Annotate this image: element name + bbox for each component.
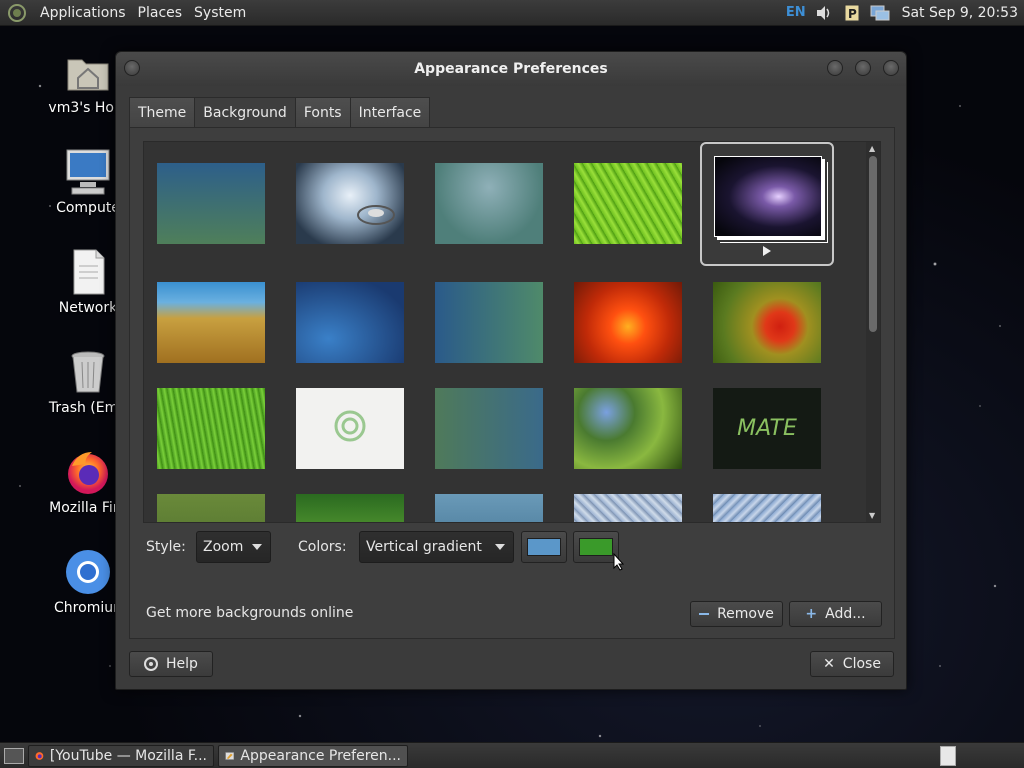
firefox-icon <box>64 448 112 496</box>
computer-icon <box>64 148 112 196</box>
minimize-icon[interactable] <box>827 60 843 76</box>
chromium-icon <box>64 548 112 596</box>
wallpaper-thumb[interactable] <box>296 163 404 244</box>
background-tab-pane: MATE ▲ ▼ Style: Zoom Colors: Vertical gr… <box>129 127 895 639</box>
show-desktop-icon[interactable] <box>4 747 24 764</box>
appearance-icon <box>225 751 235 760</box>
home-folder-icon <box>64 48 112 96</box>
chevron-down-icon <box>495 544 505 550</box>
wallpaper-thumb[interactable] <box>296 388 404 469</box>
wallpaper-thumb[interactable] <box>435 388 543 469</box>
taskbar-item-label: Appearance Preferen... <box>240 747 401 764</box>
parcellite-icon[interactable]: P <box>842 4 862 22</box>
bottom-panel: [YouTube — Mozilla F... Appearance Prefe… <box>0 742 1024 768</box>
maximize-icon[interactable] <box>855 60 871 76</box>
wallpaper-thumb[interactable] <box>435 163 543 244</box>
taskbar-item-appearance[interactable]: Appearance Preferen... <box>218 744 408 767</box>
help-button[interactable]: Help <box>129 651 213 677</box>
tab-theme[interactable]: Theme <box>129 97 196 128</box>
primary-color-button[interactable] <box>521 531 567 563</box>
menu-places[interactable]: Places <box>132 5 189 21</box>
mouse-cursor-icon <box>613 553 625 571</box>
slideshow-preview <box>714 156 822 237</box>
workspace-switcher[interactable] <box>940 745 956 766</box>
add-button-label: Add... <box>825 606 866 622</box>
scroll-up-icon[interactable]: ▲ <box>869 144 875 153</box>
style-combobox-value: Zoom <box>203 539 244 555</box>
wallpaper-thumb[interactable] <box>435 282 543 363</box>
primary-color-swatch <box>527 538 561 556</box>
menu-applications[interactable]: Applications <box>34 5 132 21</box>
window-menu-icon[interactable] <box>124 60 140 76</box>
style-combobox[interactable]: Zoom <box>196 531 271 563</box>
secondary-color-swatch <box>579 538 613 556</box>
mate-menu-icon[interactable] <box>8 3 26 22</box>
add-button[interactable]: + Add... <box>789 601 882 627</box>
tab-fonts[interactable]: Fonts <box>294 97 351 128</box>
wallpaper-thumb[interactable] <box>296 282 404 363</box>
system-tray: EN P Sat Sep 9, 20:53 <box>786 4 1024 22</box>
colors-combobox-value: Vertical gradient <box>366 539 482 555</box>
wallpaper-thumb[interactable] <box>713 494 821 522</box>
wallpaper-thumb[interactable] <box>574 282 682 363</box>
scroll-down-icon[interactable]: ▼ <box>869 511 875 520</box>
wallpaper-thumb[interactable] <box>574 494 682 522</box>
help-icon <box>144 657 159 671</box>
wallpaper-thumb[interactable] <box>157 163 265 244</box>
tab-background[interactable]: Background <box>194 97 296 128</box>
style-label: Style: <box>146 539 186 555</box>
tab-interface[interactable]: Interface <box>349 97 431 128</box>
window-title: Appearance Preferences <box>414 61 608 77</box>
wallpaper-thumb[interactable] <box>574 388 682 469</box>
taskbar-item-label: [YouTube — Mozilla F... <box>49 747 207 764</box>
get-more-backgrounds-link[interactable]: Get more backgrounds online <box>146 605 353 621</box>
wallpaper-grid: MATE ▲ ▼ <box>143 141 881 523</box>
colors-combobox[interactable]: Vertical gradient <box>359 531 514 563</box>
taskbar-item-firefox[interactable]: [YouTube — Mozilla F... <box>28 744 214 767</box>
trash-icon <box>64 348 112 396</box>
scrollbar-thumb[interactable] <box>869 156 877 332</box>
wallpaper-thumb[interactable] <box>574 163 682 244</box>
close-icon: ✕ <box>823 656 835 672</box>
volume-icon[interactable] <box>814 4 834 22</box>
top-panel: Applications Places System EN P Sat Sep … <box>0 0 1024 26</box>
network-icon <box>64 248 112 296</box>
help-button-label: Help <box>166 656 198 672</box>
remove-button-label: Remove <box>717 606 774 622</box>
wallpaper-thumb[interactable] <box>435 494 543 522</box>
wallpaper-thumb[interactable] <box>157 282 265 363</box>
preferences-tabs: Theme Background Fonts Interface <box>129 97 431 128</box>
close-button[interactable]: ✕ Close <box>810 651 894 677</box>
colors-label: Colors: <box>298 539 347 555</box>
wallpaper-thumb[interactable] <box>157 388 265 469</box>
wallpaper-scrollbar[interactable]: ▲ ▼ <box>866 142 880 522</box>
wallpaper-thumb[interactable] <box>157 494 265 522</box>
remove-button[interactable]: Remove <box>690 601 783 627</box>
chevron-down-icon <box>252 544 262 550</box>
menu-system[interactable]: System <box>188 5 252 21</box>
clock[interactable]: Sat Sep 9, 20:53 <box>898 5 1018 21</box>
wallpaper-thumb[interactable]: MATE <box>713 388 821 469</box>
add-icon: + <box>805 606 818 622</box>
close-button-label: Close <box>842 656 881 672</box>
network-status-icon[interactable] <box>870 4 890 22</box>
appearance-preferences-window: Appearance Preferences Theme Background … <box>115 51 907 690</box>
svg-text:P: P <box>848 7 857 21</box>
close-window-icon[interactable] <box>883 60 899 76</box>
wallpaper-thumb[interactable] <box>296 494 404 522</box>
mate-logo-text: MATE <box>737 416 797 441</box>
wallpaper-thumb[interactable] <box>713 282 821 363</box>
wallpaper-thumb-selected[interactable] <box>700 142 834 266</box>
firefox-icon <box>35 751 44 760</box>
slideshow-play-icon <box>763 246 771 256</box>
window-titlebar[interactable]: Appearance Preferences <box>116 52 906 86</box>
keyboard-layout-indicator[interactable]: EN <box>786 5 806 20</box>
remove-icon <box>699 613 710 615</box>
